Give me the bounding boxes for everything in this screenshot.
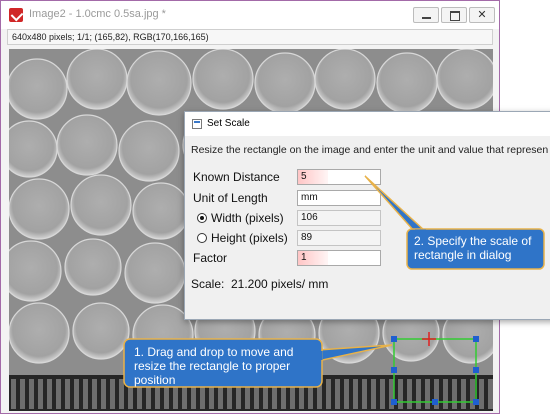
dialog-callout-text: 2. Specify the scale of rectangle in dia…: [414, 234, 532, 262]
drag-callout-text: 1. Drag and drop to move and resize the …: [134, 345, 294, 387]
